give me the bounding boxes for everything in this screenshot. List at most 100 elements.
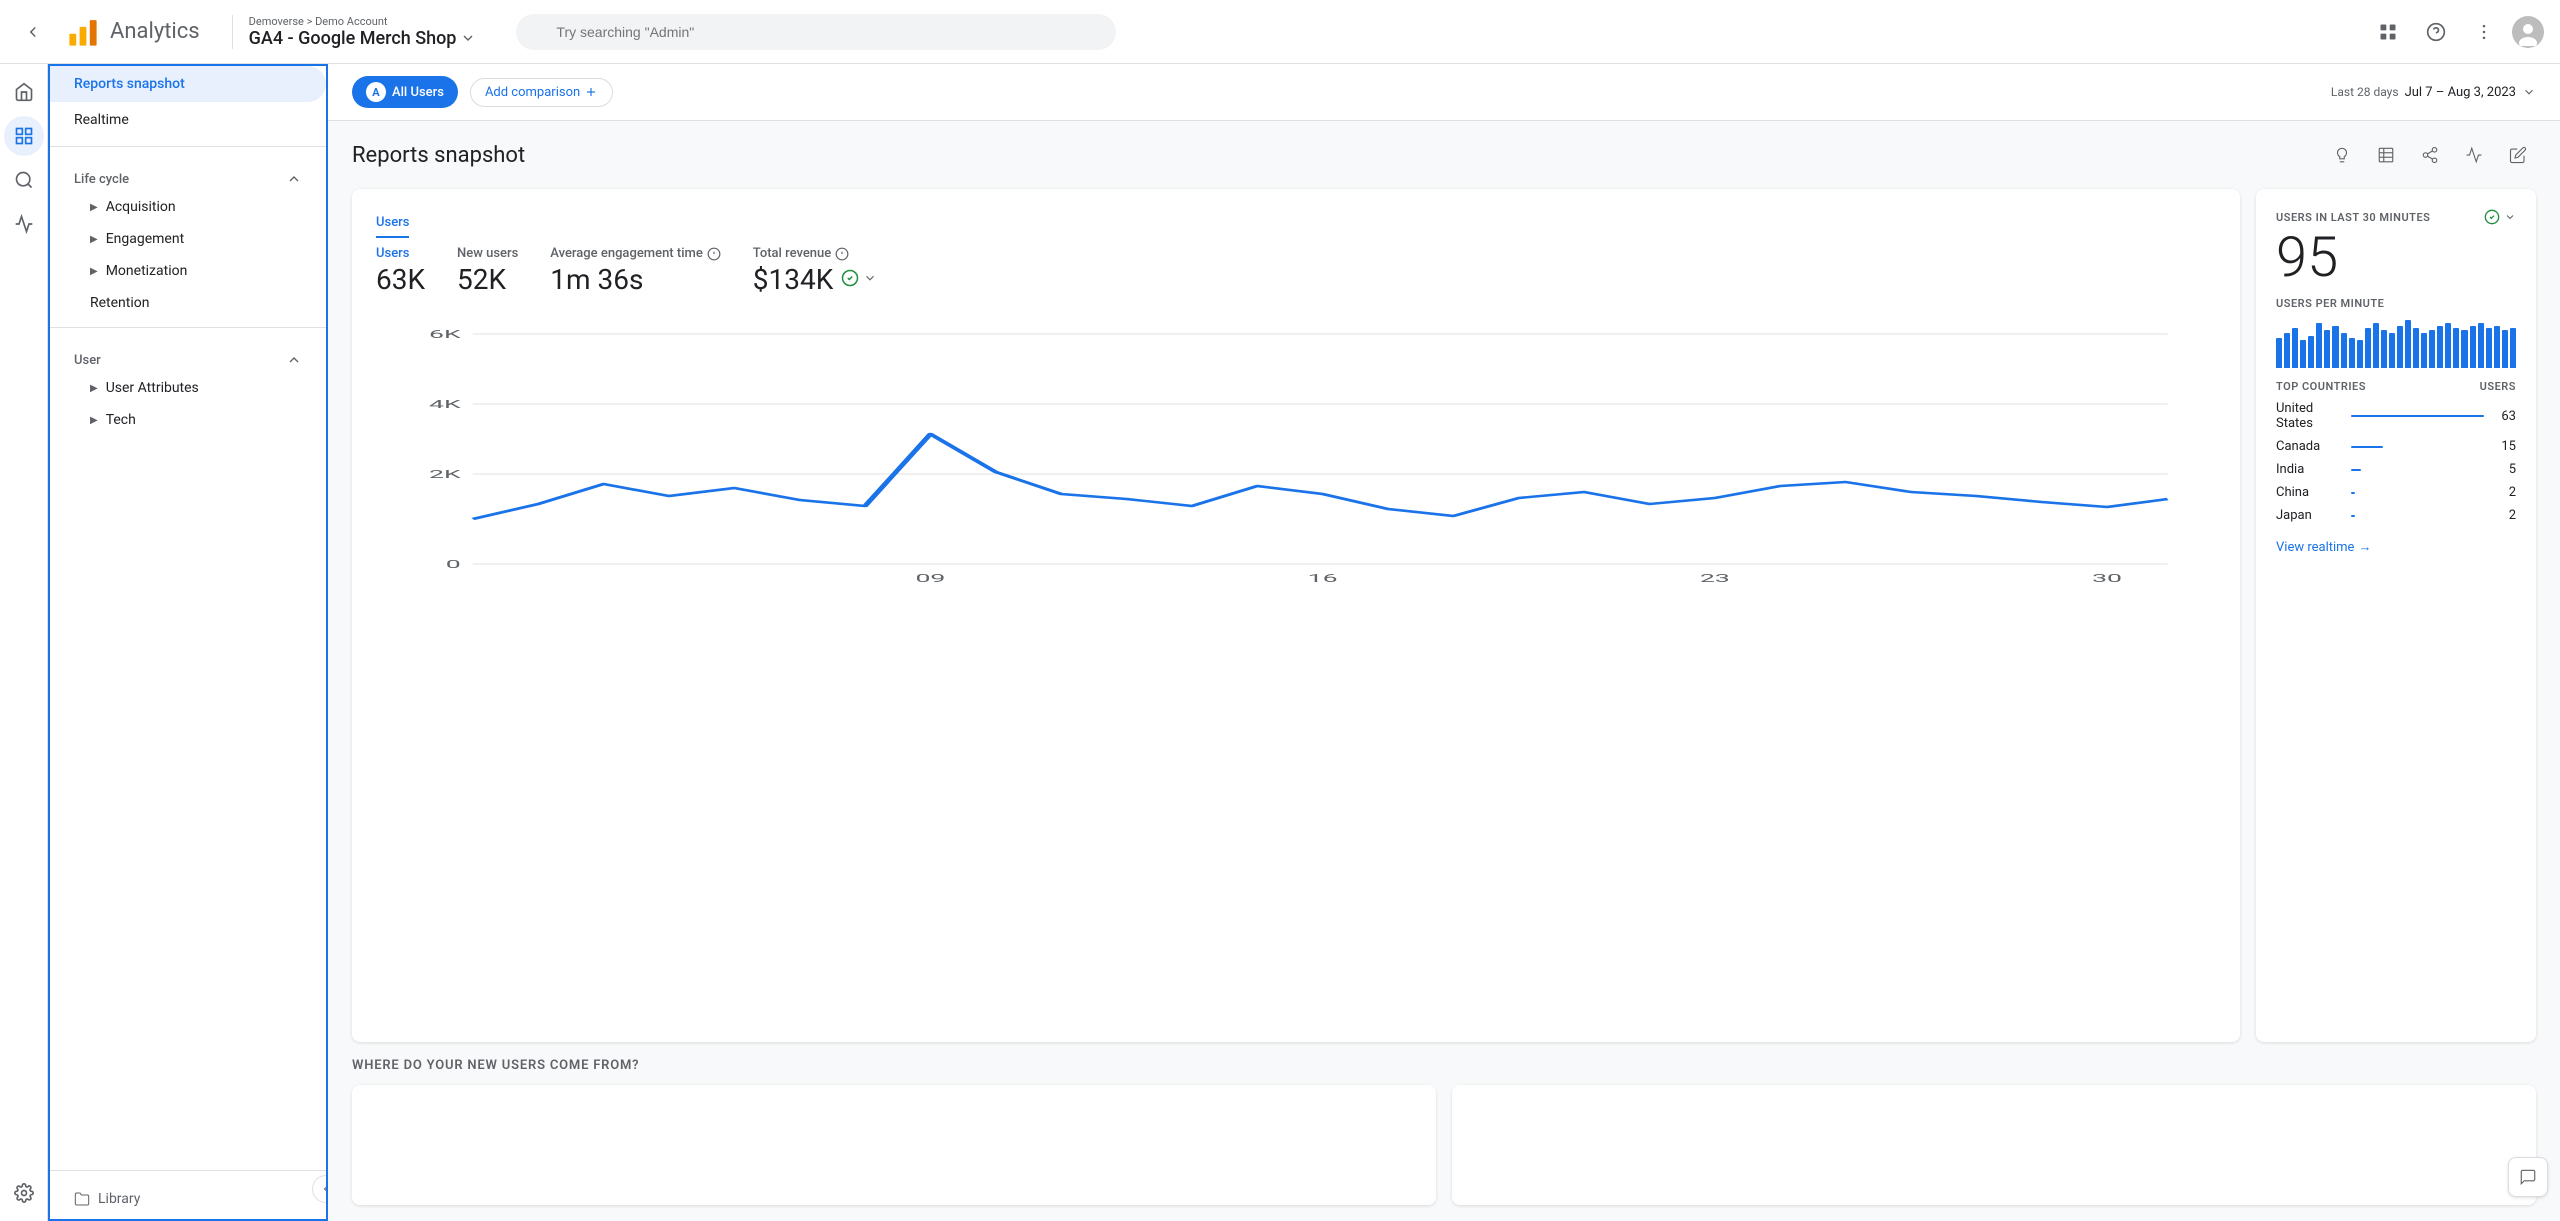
table-button[interactable]: [2368, 137, 2404, 173]
feedback-button[interactable]: [2508, 1157, 2548, 1197]
rail-settings[interactable]: [4, 1173, 44, 1213]
realtime-check-icon: [2484, 209, 2500, 225]
country-row: China 2: [2276, 485, 2516, 500]
nav-retention[interactable]: Retention: [50, 287, 326, 319]
countries-list: United States 63 Canada 15 India 5 China…: [2276, 401, 2516, 531]
country-bar: [2351, 469, 2362, 471]
mini-bar-item: [2341, 333, 2347, 368]
top-bar: Analytics Demoverse > Demo Account GA4 -…: [0, 0, 2560, 64]
country-count: 5: [2492, 462, 2516, 477]
users-per-min-label: USERS PER MINUTE: [2276, 297, 2516, 310]
title-actions: [2324, 137, 2536, 173]
line-chart: 6K 4K 2K 0 09 Jul 16 23 30: [376, 324, 2216, 584]
country-name: Japan: [2276, 508, 2343, 523]
all-users-chip[interactable]: A All Users: [352, 76, 458, 108]
mini-bar-item: [2357, 340, 2363, 368]
content-header: A All Users Add comparison Last 28 days …: [328, 64, 2560, 121]
metric-users-label[interactable]: Users: [376, 246, 425, 261]
nav-acquisition[interactable]: ▶ Acquisition: [50, 191, 326, 223]
country-count: 15: [2492, 439, 2516, 454]
countries-header: TOP COUNTRIES USERS: [2276, 380, 2516, 393]
rail-home[interactable]: [4, 72, 44, 112]
revenue-dropdown-icon[interactable]: [863, 271, 877, 285]
rail-advertising[interactable]: [4, 204, 44, 244]
metric-engagement-label[interactable]: Average engagement time: [550, 246, 721, 261]
back-button[interactable]: [16, 15, 50, 49]
avatar[interactable]: [2512, 16, 2544, 48]
help-button[interactable]: [2416, 12, 2456, 52]
country-bar: [2351, 492, 2355, 494]
add-comparison-button[interactable]: Add comparison: [470, 78, 613, 107]
tab-users[interactable]: Users: [376, 209, 409, 238]
nav-monetization[interactable]: ▶ Monetization: [50, 255, 326, 287]
mini-bar-item: [2413, 328, 2419, 368]
svg-text:4K: 4K: [429, 398, 461, 411]
metric-revenue-label[interactable]: Total revenue: [753, 246, 878, 261]
mini-bar-item: [2381, 330, 2387, 368]
folder-icon: [74, 1191, 90, 1207]
check-circle-icon: [841, 269, 859, 287]
view-realtime-link[interactable]: View realtime →: [2276, 539, 2516, 555]
realtime-count: 95: [2276, 229, 2516, 285]
mini-bar-item: [2437, 326, 2443, 368]
breadcrumb: Demoverse > Demo Account GA4 - Google Me…: [232, 15, 477, 49]
nav-user-attributes[interactable]: ▶ User Attributes: [50, 372, 326, 404]
edit-button[interactable]: [2500, 137, 2536, 173]
metric-revenue: Total revenue $134K: [753, 246, 878, 296]
mini-bar-item: [2461, 330, 2467, 368]
bottom-title: WHERE DO YOUR NEW USERS COME FROM?: [352, 1058, 2536, 1073]
more-button[interactable]: [2464, 12, 2504, 52]
chart-svg-wrap: 6K 4K 2K 0 09 Jul 16 23 30: [376, 324, 2216, 1022]
grid-menu-button[interactable]: [2368, 12, 2408, 52]
country-row: Japan 2: [2276, 508, 2516, 523]
share-button[interactable]: [2412, 137, 2448, 173]
rail-reports[interactable]: [4, 116, 44, 156]
rail-explore[interactable]: [4, 160, 44, 200]
nav-reports-snapshot[interactable]: Reports snapshot: [50, 66, 326, 102]
date-dropdown-icon: [2522, 85, 2536, 99]
reports-title-bar: Reports snapshot: [328, 121, 2560, 181]
nav-engagement[interactable]: ▶ Engagement: [50, 223, 326, 255]
mini-bar-item: [2349, 338, 2355, 368]
mini-bar-item: [2397, 326, 2403, 368]
country-bar-wrap: [2351, 515, 2484, 517]
realtime-dropdown-icon[interactable]: [2504, 211, 2516, 223]
mini-bar-item: [2389, 333, 2395, 368]
metric-tab-bar: Users: [376, 209, 2216, 238]
nav-tech[interactable]: ▶ Tech: [50, 404, 326, 436]
country-bar: [2351, 515, 2355, 517]
bottom-section: WHERE DO YOUR NEW USERS COME FROM?: [328, 1058, 2560, 1221]
country-name: China: [2276, 485, 2343, 500]
nav-library[interactable]: Library: [50, 1179, 326, 1219]
mini-bar-item: [2276, 338, 2282, 368]
user-collapse-icon[interactable]: [286, 352, 302, 368]
analytics-button[interactable]: [2456, 137, 2492, 173]
breadcrumb-main[interactable]: GA4 - Google Merch Shop: [249, 28, 477, 49]
search-input[interactable]: [516, 14, 1116, 50]
mini-bar-item: [2316, 323, 2322, 368]
svg-text:23: 23: [1700, 572, 1730, 584]
country-count: 2: [2492, 485, 2516, 500]
mini-bar-item: [2486, 328, 2492, 368]
revenue-info-icon: [835, 247, 849, 261]
metric-new-users-value: 52K: [457, 263, 518, 296]
nav-realtime[interactable]: Realtime: [50, 102, 326, 138]
metric-revenue-value: $134K: [753, 263, 834, 296]
mini-bar-item: [2332, 326, 2338, 368]
country-bar: [2351, 446, 2383, 448]
country-bar-wrap: [2351, 415, 2484, 417]
metric-new-users-label[interactable]: New users: [457, 246, 518, 261]
nav-divider-3: [50, 1170, 326, 1171]
mini-bar-item: [2373, 323, 2379, 368]
metric-new-users: New users 52K: [457, 246, 518, 296]
mini-bar-item: [2324, 330, 2330, 368]
mini-bar-item: [2453, 328, 2459, 368]
date-range[interactable]: Last 28 days Jul 7 – Aug 3, 2023: [2331, 85, 2536, 100]
country-row: United States 63: [2276, 401, 2516, 431]
lifecycle-collapse-icon[interactable]: [286, 171, 302, 187]
lightbulb-button[interactable]: [2324, 137, 2360, 173]
mini-bar-item: [2292, 328, 2298, 368]
svg-text:16: 16: [1308, 572, 1338, 584]
country-bar-wrap: [2351, 492, 2484, 494]
info-icon: [707, 247, 721, 261]
